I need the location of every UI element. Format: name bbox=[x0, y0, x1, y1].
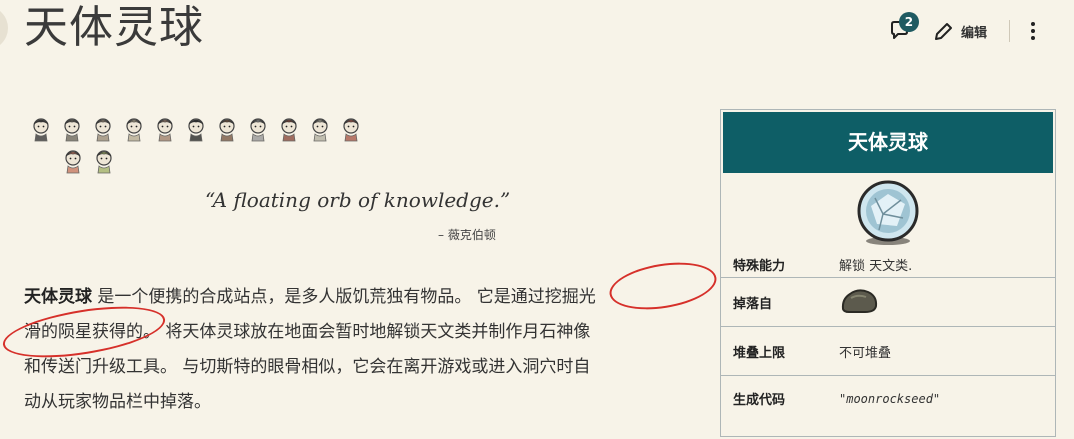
talk-count-badge: 2 bbox=[898, 12, 919, 32]
intro-line-3: 和传送门升级工具。 与切斯特的眼骨相似，它会在离开游戏或进入洞穴时自 bbox=[24, 357, 591, 377]
infobox-value bbox=[839, 285, 1055, 319]
character-wortox-icon[interactable] bbox=[90, 146, 117, 176]
character-wendy-icon[interactable] bbox=[120, 114, 147, 144]
actions-divider bbox=[1009, 20, 1010, 42]
pencil-icon bbox=[934, 23, 952, 40]
edit-label: 编辑 bbox=[960, 25, 987, 41]
character-wilson-icon[interactable] bbox=[27, 114, 54, 144]
character-woodie-icon[interactable] bbox=[213, 114, 240, 144]
infobox-row-stack-limit: 堆叠上限 不可堆叠 bbox=[721, 326, 1055, 375]
infobox-row-spawn-code: 生成代码 "moonrockseed" bbox=[721, 375, 1055, 421]
more-dots-icon bbox=[1031, 22, 1035, 26]
intro-line-4: 动从玩家物品栏中掉落。 bbox=[24, 392, 211, 412]
character-wx78-icon[interactable] bbox=[151, 114, 178, 144]
character-icons-row-2 bbox=[27, 146, 372, 176]
infobox: 天体灵球 特殊能力 解锁 天文类. 掉落自 堆叠上限 不可堆叠 生成代码 "mo… bbox=[720, 109, 1056, 437]
page-title: 天体灵球 bbox=[24, 2, 204, 53]
character-wes-icon[interactable] bbox=[244, 114, 271, 144]
more-actions-button[interactable] bbox=[1028, 21, 1038, 42]
character-icons bbox=[27, 114, 372, 176]
left-edge-tab bbox=[0, 6, 8, 50]
character-winona-icon[interactable] bbox=[59, 146, 86, 176]
character-webber-icon[interactable] bbox=[337, 114, 364, 144]
intro-line-2: 滑的陨星获得的。 将天体灵球放在地面会暂时地解锁天文类并制作月石神像 bbox=[24, 322, 591, 342]
quote-text: “A floating orb of knowledge.” bbox=[205, 188, 511, 212]
quote-attribution: – 薇克伯顿 bbox=[438, 228, 496, 242]
infobox-label: 特殊能力 bbox=[733, 258, 786, 274]
infobox-value: "moonrockseed" bbox=[839, 391, 941, 406]
intro-paragraph: 天体灵球 是一个便携的合成站点，是多人版饥荒独有物品。 它是通过挖掘光 滑的陨星… bbox=[24, 280, 696, 420]
character-maxwell-icon[interactable] bbox=[275, 114, 302, 144]
character-wickerbottom-icon[interactable] bbox=[182, 114, 209, 144]
page-actions: 2 编辑 bbox=[883, 10, 1074, 52]
infobox-row-dropped-from: 掉落自 bbox=[721, 277, 1055, 326]
intro-subject: 天体灵球 bbox=[24, 287, 92, 307]
intro-line-1: 是一个便携的合成站点，是多人版饥荒独有物品。 它是通过挖掘光 bbox=[92, 287, 596, 307]
edit-button[interactable]: 编辑 bbox=[933, 20, 987, 42]
infobox-label: 堆叠上限 bbox=[733, 345, 786, 361]
talk-button[interactable]: 2 bbox=[883, 12, 919, 49]
character-willow-icon[interactable] bbox=[58, 114, 85, 144]
infobox-label: 生成代码 bbox=[733, 393, 786, 408]
celestial-orb-image bbox=[721, 175, 1055, 251]
infobox-label: 掉落自 bbox=[733, 296, 773, 312]
infobox-value: 不可堆叠 bbox=[839, 345, 892, 361]
infobox-row-ability: 特殊能力 解锁 天文类. bbox=[721, 251, 1055, 277]
infobox-title: 天体灵球 bbox=[723, 112, 1053, 173]
character-wigfrid-icon[interactable] bbox=[306, 114, 333, 144]
character-wolfgang-icon[interactable] bbox=[89, 114, 116, 144]
infobox-value: 解锁 天文类. bbox=[839, 258, 913, 274]
meteor-rock-icon[interactable] bbox=[839, 285, 879, 315]
